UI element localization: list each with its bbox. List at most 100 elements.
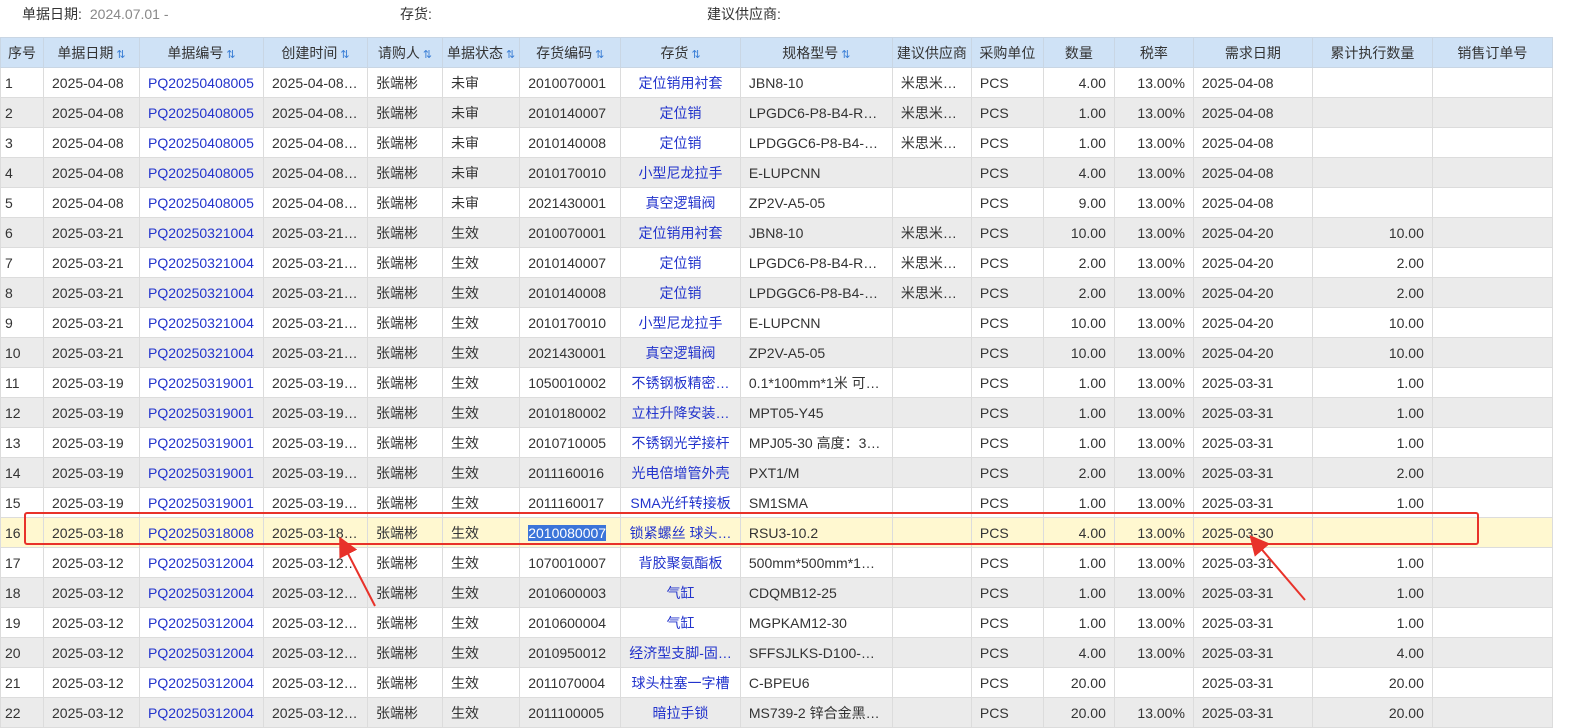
sort-icon[interactable]: ⇅	[226, 49, 235, 61]
column-header-tax-rate[interactable]: 税率	[1113, 37, 1194, 68]
sort-icon[interactable]: ⇅	[506, 49, 515, 61]
column-header-requester[interactable]: 请购人 ⇅	[367, 37, 443, 68]
cell-spec-model: MPT05-Y45	[739, 397, 893, 428]
cell-bill-no[interactable]: PQ20250319001	[139, 487, 264, 518]
cell-bill-no[interactable]: PQ20250321004	[139, 217, 264, 248]
cell-stock[interactable]: 不锈钢光学接杆	[620, 427, 741, 458]
cell-bill-date: 2025-03-19	[43, 397, 140, 428]
cell-stock[interactable]: 定位销	[620, 277, 741, 308]
column-header-quantity[interactable]: 数量	[1042, 37, 1115, 68]
cell-stock[interactable]: 暗拉手锁	[620, 697, 741, 728]
cell-bill-no[interactable]: PQ20250321004	[139, 247, 264, 278]
cell-bill-no[interactable]: PQ20250408005	[139, 157, 264, 188]
cell-stock[interactable]: 小型尼龙拉手	[620, 157, 741, 188]
cell-stock[interactable]: 定位销	[620, 97, 741, 128]
table-row[interactable]: 18 2025-03-12 PQ20250312004 2025-03-12… 张端彬生…	[0, 577, 1553, 608]
cell-bill-no[interactable]: PQ20250321004	[139, 307, 264, 338]
cell-stock[interactable]: 光电倍增管外壳	[620, 457, 741, 488]
cell-bill-no[interactable]: PQ20250319001	[139, 367, 264, 398]
column-header-demand-date[interactable]: 需求日期	[1192, 37, 1313, 68]
cell-stock[interactable]: 气缸	[620, 577, 741, 608]
cell-bill-no[interactable]: PQ20250321004	[139, 337, 264, 368]
cell-bill-no[interactable]: PQ20250318008	[139, 517, 264, 548]
table-row[interactable]: 12 2025-03-19 PQ20250319001 2025-03-19… 张端彬生…	[0, 397, 1553, 428]
table-row[interactable]: 17 2025-03-12 PQ20250312004 2025-03-12… 张端彬生…	[0, 547, 1553, 578]
column-header-spec-model[interactable]: 规格型号 ⇅	[739, 37, 893, 68]
cell-stock[interactable]: 气缸	[620, 607, 741, 638]
table-row[interactable]: 11 2025-03-19 PQ20250319001 2025-03-19… 张端彬生…	[0, 367, 1553, 398]
column-header-executed-qty[interactable]: 累计执行数量	[1311, 37, 1433, 68]
cell-bill-no[interactable]: PQ20250321004	[139, 277, 264, 308]
column-header-bill-no[interactable]: 单据编号 ⇅	[139, 37, 264, 68]
column-header-stock-code[interactable]: 存货编码 ⇅	[519, 37, 622, 68]
cell-stock[interactable]: 背胶聚氨酯板	[620, 547, 741, 578]
stock-filter[interactable]: 存货:	[400, 4, 432, 24]
table-row[interactable]: 7 2025-03-21 PQ20250321004 2025-03-21… 张端彬 生效…	[0, 247, 1553, 278]
cell-bill-no[interactable]: PQ20250408005	[139, 67, 264, 98]
table-row[interactable]: 10 2025-03-21 PQ20250321004 2025-03-21… 张端彬生…	[0, 337, 1553, 368]
cell-bill-no[interactable]: PQ20250312004	[139, 637, 264, 668]
column-header-bill-status[interactable]: 单据状态 ⇅	[441, 37, 521, 68]
table-row[interactable]: 6 2025-03-21 PQ20250321004 2025-03-21… 张端彬 生效…	[0, 217, 1553, 248]
column-header-supplier[interactable]: 建议供应商	[891, 37, 972, 68]
cell-bill-no[interactable]: PQ20250312004	[139, 607, 264, 638]
date-filter-value[interactable]: 2024.07.01 -	[90, 6, 169, 22]
table-row[interactable]: 8 2025-03-21 PQ20250321004 2025-03-21… 张端彬 生效…	[0, 277, 1553, 308]
table-row[interactable]: 15 2025-03-19 PQ20250319001 2025-03-19… 张端彬生…	[0, 487, 1553, 518]
table-row[interactable]: 22 2025-03-12 PQ20250312004 2025-03-12… 张端彬生…	[0, 697, 1553, 728]
cell-stock[interactable]: SMA光纤转接板	[620, 487, 741, 518]
date-filter[interactable]: 单据日期: 2024.07.01 -	[22, 4, 169, 24]
sort-icon[interactable]: ⇅	[691, 49, 700, 61]
cell-bill-no[interactable]: PQ20250408005	[139, 97, 264, 128]
sort-icon[interactable]: ⇅	[841, 49, 850, 61]
cell-requester: 张端彬	[367, 397, 443, 428]
column-header-created-time[interactable]: 创建时间 ⇅	[263, 37, 368, 68]
cell-stock[interactable]: 小型尼龙拉手	[620, 307, 741, 338]
cell-bill-no[interactable]: PQ20250312004	[139, 697, 264, 728]
cell-stock[interactable]: 经济型支脚-固…	[620, 637, 741, 668]
table-row[interactable]: 1 2025-04-08 PQ20250408005 2025-04-08… 张端彬 未审…	[0, 67, 1553, 98]
sort-icon[interactable]: ⇅	[340, 49, 349, 61]
table-row[interactable]: 2 2025-04-08 PQ20250408005 2025-04-08… 张端彬 未审…	[0, 97, 1553, 128]
cell-stock[interactable]: 锁紧螺丝 球头…	[620, 517, 741, 548]
table-row[interactable]: 5 2025-04-08 PQ20250408005 2025-04-08… 张端彬 未审…	[0, 187, 1553, 218]
table-row[interactable]: 14 2025-03-19 PQ20250319001 2025-03-19… 张端彬生…	[0, 457, 1553, 488]
cell-stock-code: 2010080007	[519, 517, 622, 548]
sort-icon[interactable]: ⇅	[595, 49, 604, 61]
column-header-sales-order-no[interactable]: 销售订单号	[1431, 37, 1553, 68]
column-header-purchase-unit[interactable]: 采购单位	[970, 37, 1044, 68]
cell-stock[interactable]: 球头柱塞一字槽	[620, 667, 741, 698]
cell-stock[interactable]: 立柱升降安装…	[620, 397, 741, 428]
table-row[interactable]: 21 2025-03-12 PQ20250312004 2025-03-12… 张端彬生…	[0, 667, 1553, 698]
cell-bill-no[interactable]: PQ20250312004	[139, 577, 264, 608]
cell-stock[interactable]: 定位销用衬套	[620, 67, 741, 98]
cell-bill-no[interactable]: PQ20250319001	[139, 457, 264, 488]
column-header-bill-date[interactable]: 单据日期 ⇅	[43, 37, 140, 68]
cell-stock[interactable]: 真空逻辑阀	[620, 337, 741, 368]
supplier-filter[interactable]: 建议供应商:	[707, 4, 781, 24]
cell-bill-status: 未审	[441, 127, 521, 158]
sort-icon[interactable]: ⇅	[116, 49, 125, 61]
cell-stock[interactable]: 定位销	[620, 127, 741, 158]
cell-bill-no[interactable]: PQ20250312004	[139, 667, 264, 698]
table-row[interactable]: 19 2025-03-12 PQ20250312004 2025-03-12… 张端彬生…	[0, 607, 1553, 638]
table-row[interactable]: 3 2025-04-08 PQ20250408005 2025-04-08… 张端彬 未审…	[0, 127, 1553, 158]
cell-stock[interactable]: 定位销用衬套	[620, 217, 741, 248]
cell-bill-no[interactable]: PQ20250408005	[139, 187, 264, 218]
cell-bill-no[interactable]: PQ20250408005	[139, 127, 264, 158]
column-header-seq[interactable]: 序号	[0, 37, 44, 68]
table-row[interactable]: 13 2025-03-19 PQ20250319001 2025-03-19… 张端彬生…	[0, 427, 1553, 458]
table-row[interactable]: 16 2025-03-18 PQ20250318008 2025-03-18… 张端彬生…	[0, 517, 1553, 548]
table-row[interactable]: 4 2025-04-08 PQ20250408005 2025-04-08… 张端彬 未审…	[0, 157, 1553, 188]
sort-icon[interactable]: ⇅	[423, 49, 432, 61]
cell-stock[interactable]: 不锈钢板精密…	[620, 367, 741, 398]
table-row[interactable]: 9 2025-03-21 PQ20250321004 2025-03-21… 张端彬 生效…	[0, 307, 1553, 338]
table-row[interactable]: 20 2025-03-12 PQ20250312004 2025-03-12… 张端彬生…	[0, 637, 1553, 668]
cell-stock[interactable]: 定位销	[620, 247, 741, 278]
column-header-label: 单据状态	[447, 44, 503, 61]
cell-bill-no[interactable]: PQ20250319001	[139, 427, 264, 458]
cell-bill-no[interactable]: PQ20250319001	[139, 397, 264, 428]
column-header-stock[interactable]: 存货 ⇅	[620, 37, 741, 68]
cell-bill-no[interactable]: PQ20250312004	[139, 547, 264, 578]
cell-stock[interactable]: 真空逻辑阀	[620, 187, 741, 218]
